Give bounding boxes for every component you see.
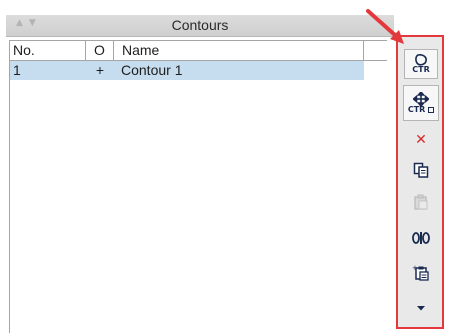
small-square-icon: [428, 106, 435, 113]
column-header-no[interactable]: No.: [10, 41, 86, 60]
table-header: No. O Name: [10, 41, 387, 61]
copy-icon: [413, 162, 429, 178]
contour-toolbar: CTR CTR ✕ +: [396, 35, 444, 329]
split-button[interactable]: [404, 227, 438, 249]
annotation-arrow-icon: [366, 9, 404, 44]
contours-table: No. O Name 1 + Contour 1: [9, 40, 387, 333]
delete-button[interactable]: ✕: [404, 130, 438, 150]
add-copy-icon: +: [412, 264, 429, 281]
move-contour-icon: [413, 92, 429, 106]
move-contour-button[interactable]: CTR: [403, 85, 439, 121]
column-header-o[interactable]: O: [86, 41, 114, 60]
more-button[interactable]: [404, 299, 438, 317]
column-header-name[interactable]: Name: [114, 41, 364, 60]
delete-icon: ✕: [415, 132, 427, 148]
split-icon: [412, 232, 430, 244]
table-row[interactable]: 1 + Contour 1: [10, 61, 364, 80]
paste-button[interactable]: [404, 191, 438, 213]
add-copy-button[interactable]: +: [404, 261, 438, 285]
panel-title: Contours: [171, 17, 229, 33]
new-contour-button[interactable]: CTR: [404, 49, 438, 79]
copy-button[interactable]: [404, 159, 438, 181]
paste-icon: [414, 194, 428, 210]
row-name-cell: Contour 1: [121, 62, 183, 78]
row-visibility-cell[interactable]: +: [86, 61, 114, 80]
panel-title-bar: ▲▼ Contours: [6, 15, 394, 37]
more-chevron-icon: [417, 306, 425, 311]
row-number-cell: 1: [13, 62, 21, 78]
new-contour-label: CTR: [412, 65, 430, 74]
move-contour-label: CTR: [408, 106, 435, 114]
